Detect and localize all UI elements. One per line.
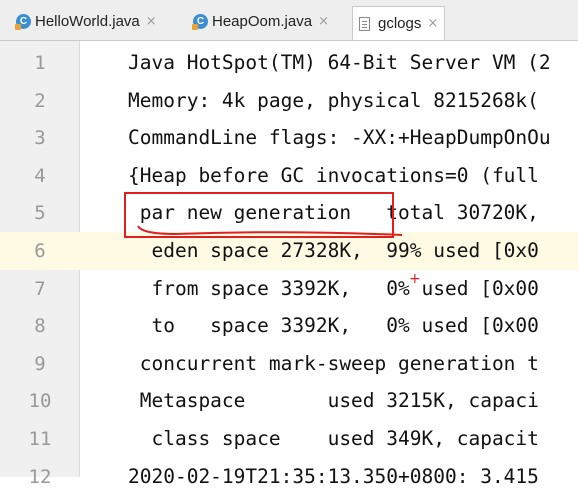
editor-tab-bar: C HelloWorld.java × C HeapOom.java × gcl… [0,0,578,41]
line-number: 5 [34,202,46,225]
code-text[interactable]: Metaspace used 3215K, capaci [128,382,539,420]
code-editor[interactable]: 1 Java HotSpot(TM) 64-Bit Server VM (2 2 Me… [0,41,578,488]
tab-heapoom-java[interactable]: C HeapOom.java × [192,7,329,35]
code-text[interactable]: CommandLine flags: -XX:+HeapDumpOnOu [128,119,551,157]
java-class-icon: C [15,13,31,30]
code-text[interactable]: {Heap before GC invocations=0 (full [128,157,539,195]
close-icon[interactable]: × [427,16,438,31]
code-line[interactable]: 1 Java HotSpot(TM) 64-Bit Server VM (2 [0,44,578,82]
code-text[interactable]: from space 3392K, 0% used [0x00 [128,270,538,308]
code-text[interactable]: Memory: 4k page, physical 8215268k( [128,82,539,120]
code-line[interactable]: 3 CommandLine flags: -XX:+HeapDumpOnOu [0,119,578,157]
code-line[interactable]: 7 from space 3392K, 0% used [0x00 [0,270,578,308]
code-line[interactable]: 4 {Heap before GC invocations=0 (full [0,157,578,195]
close-icon[interactable]: × [146,14,157,29]
tab-gclogs[interactable]: gclogs × [352,6,446,40]
java-class-icon: C [192,13,208,30]
code-line[interactable]: 8 to space 3392K, 0% used [0x00 [0,307,578,345]
line-number: 2 [34,89,46,112]
line-number: 10 [28,390,52,413]
line-number: 4 [34,164,46,187]
line-number: 11 [28,428,52,450]
code-line[interactable]: 11 class space used 349K, capacit [0,420,578,458]
line-number: 3 [34,127,46,150]
tab-label: gclogs [378,15,422,32]
line-number: 7 [34,277,46,300]
tab-label: HeapOom.java [212,12,313,30]
close-icon[interactable]: × [318,14,329,29]
code-line[interactable]: 10 Metaspace used 3215K, capaci [0,382,578,420]
text-file-icon [359,16,370,31]
line-number: 6 [0,232,80,270]
code-line[interactable]: 2 Memory: 4k page, physical 8215268k( [0,82,578,120]
code-text[interactable]: concurrent mark-sweep generation t [128,345,539,383]
line-number: 1 [34,52,46,74]
code-line[interactable]: 9 concurrent mark-sweep generation t [0,345,578,383]
tab-label: HelloWorld.java [35,12,140,30]
line-number: 9 [34,352,46,375]
code-text[interactable]: Java HotSpot(TM) 64-Bit Server VM (2 [128,44,551,82]
tab-helloworld-java[interactable]: C HelloWorld.java × [15,7,157,35]
line-number: 8 [34,315,46,338]
cursor-marker-icon: + [409,271,421,287]
annotation-underline [137,225,403,236]
code-text[interactable]: to space 3392K, 0% used [0x00 [128,307,538,345]
code-text[interactable]: class space used 349K, capacit [128,420,538,458]
